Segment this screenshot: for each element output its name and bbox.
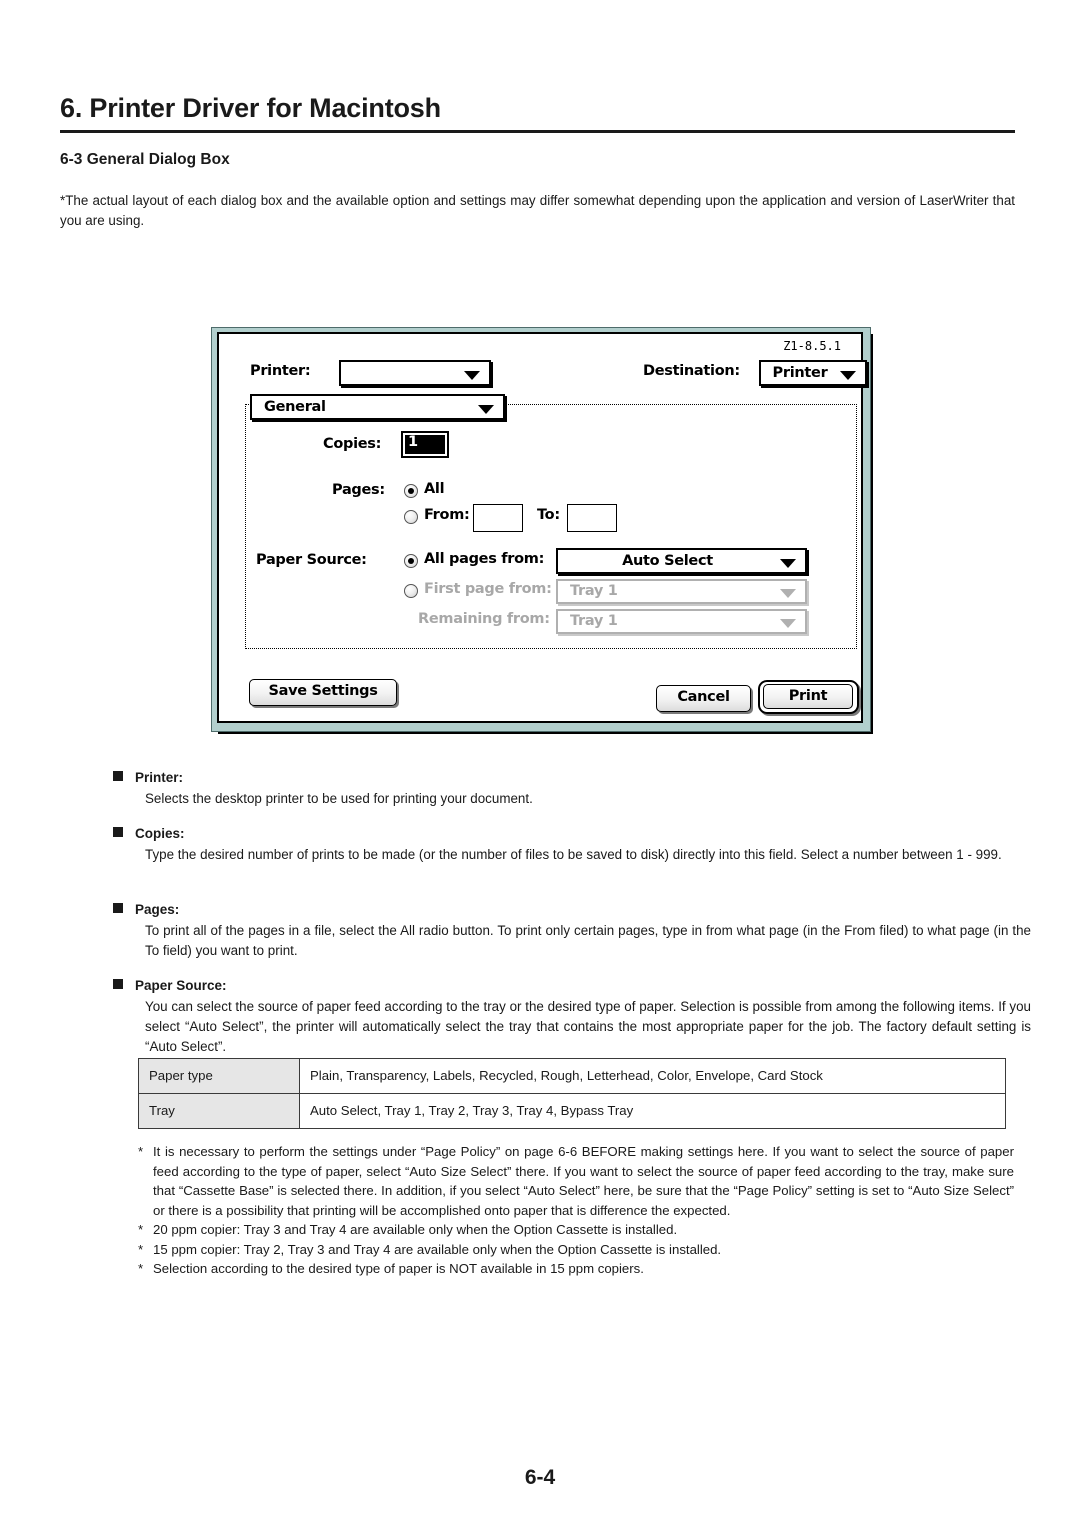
printer-row: Printer: Destination: Printer (239, 360, 867, 386)
remaining-from-label: Remaining from: (418, 611, 550, 627)
driver-version-label: Z1-8.5.1 (783, 339, 841, 353)
description-paper-source: Paper Source: You can select the source … (113, 978, 1031, 1057)
pages-from-label: From: (424, 507, 470, 523)
save-settings-button[interactable]: Save Settings (249, 679, 397, 706)
footnote-text: 15 ppm copier: Tray 2, Tray 3 and Tray 4… (153, 1241, 722, 1257)
remaining-from-value: Tray 1 (570, 613, 618, 629)
title-divider (60, 130, 1015, 133)
table-cell-key: Paper type (138, 1058, 300, 1094)
footnote-list: * It is necessary to perform the settings… (138, 1142, 1014, 1279)
chevron-down-icon (780, 589, 796, 598)
copies-label: Copies: (323, 436, 382, 452)
first-page-from-value: Tray 1 (570, 583, 618, 599)
save-settings-label: Save Settings (268, 683, 378, 699)
footnote-item: * 20 ppm copier: Tray 3 and Tray 4 are av… (138, 1220, 1014, 1240)
description-body: You can select the source of paper feed … (145, 999, 1031, 1054)
footnote-text: It is necessary to perform the settings … (153, 1144, 1014, 1218)
chevron-down-icon (478, 405, 494, 414)
cancel-button[interactable]: Cancel (656, 685, 751, 712)
paper-source-options-table: Paper type Plain, Transparency, Labels, … (138, 1058, 1006, 1129)
dialog-inner-frame: Z1-8.5.1 Printer: Destination: Printer G… (217, 332, 867, 723)
pane-select[interactable]: General (250, 394, 505, 420)
all-pages-from-label: All pages from: (424, 551, 545, 567)
first-page-from-select: Tray 1 (556, 579, 807, 604)
description-heading-text: Pages: (135, 902, 180, 917)
footnote-text: Selection according to the desired type … (153, 1261, 644, 1276)
table-cell-value: Auto Select, Tray 1, Tray 2, Tray 3, Tra… (299, 1093, 1006, 1129)
pages-all-radio[interactable] (404, 484, 418, 498)
description-heading: Copies: (113, 826, 1031, 841)
print-button-default-ring: Print (758, 680, 859, 714)
paper-source-label: Paper Source: (256, 552, 367, 568)
pages-from-input[interactable] (473, 504, 523, 532)
table-cell-value: Plain, Transparency, Labels, Recycled, R… (299, 1058, 1006, 1094)
footnote-item: * Selection according to the desired type… (138, 1259, 1014, 1279)
table-row: Paper type Plain, Transparency, Labels, … (138, 1058, 1006, 1094)
description-body: To print all of the pages in a file, sel… (145, 923, 1031, 958)
chevron-down-icon (464, 371, 480, 380)
all-pages-from-radio[interactable] (404, 554, 418, 568)
print-dialog: Z1-8.5.1 Printer: Destination: Printer G… (211, 327, 871, 732)
chevron-down-icon (780, 559, 796, 568)
description-heading-text: Printer: (135, 770, 184, 785)
footnote-text: 20 ppm copier: Tray 3 and Tray 4 are ava… (153, 1222, 678, 1237)
destination-select[interactable]: Printer (759, 360, 867, 386)
printer-label: Printer: (250, 363, 311, 379)
description-heading-text: Copies: (135, 826, 185, 841)
description-body: Type the desired number of prints to be … (145, 847, 1002, 862)
intro-paragraph: *The actual layout of each dialog box an… (60, 193, 1015, 228)
print-button[interactable]: Print (763, 684, 853, 709)
chevron-down-icon (780, 619, 796, 628)
destination-select-value: Printer (772, 365, 828, 381)
page-number: 6-4 (524, 1466, 556, 1489)
printer-select[interactable] (339, 360, 491, 386)
square-bullet-icon (113, 827, 123, 837)
pages-to-label: To: (537, 507, 560, 523)
footnote-item: * It is necessary to perform the settings… (138, 1142, 1014, 1220)
first-page-from-radio[interactable] (404, 584, 418, 598)
table-row: Tray Auto Select, Tray 1, Tray 2, Tray 3… (138, 1093, 1006, 1129)
all-pages-from-select[interactable]: Auto Select (556, 548, 807, 574)
pages-range-radio[interactable] (404, 510, 418, 524)
remaining-from-select: Tray 1 (556, 609, 807, 634)
footnote-item: * 15 ppm copier: Tray 2, Tray 3 and Tray … (138, 1240, 1014, 1260)
cancel-label: Cancel (677, 689, 730, 705)
pages-label: Pages: (332, 482, 385, 498)
pages-all-label: All (424, 481, 445, 497)
footnote-marker: * (138, 1222, 144, 1237)
description-printer: Printer: Selects the desktop printer to … (113, 770, 1031, 809)
document-page: 6. Printer Driver for Macintosh 6-3 Gene… (0, 0, 1080, 1528)
footnote-marker: * (138, 1241, 144, 1257)
description-heading: Printer: (113, 770, 1031, 785)
pane-select-value: General (264, 399, 326, 415)
description-body: Selects the desktop printer to be used f… (145, 791, 533, 806)
description-pages: Pages: To print all of the pages in a fi… (113, 902, 1031, 961)
dialog-content: Z1-8.5.1 Printer: Destination: Printer G… (219, 334, 867, 721)
square-bullet-icon (113, 903, 123, 913)
footnote-marker: * (138, 1261, 144, 1276)
footnote-marker: * (138, 1144, 144, 1159)
print-label: Print (788, 688, 828, 704)
first-page-from-label: First page from: (424, 581, 552, 597)
square-bullet-icon (113, 979, 123, 989)
copies-input-value: 1 (408, 434, 419, 450)
chevron-down-icon (840, 371, 856, 380)
description-heading-text: Paper Source: (135, 978, 227, 993)
description-heading: Pages: (113, 902, 1031, 917)
all-pages-from-value: Auto Select (622, 553, 713, 569)
page-title: 6. Printer Driver for Macintosh (60, 93, 441, 123)
copies-input[interactable]: 1 (401, 431, 449, 458)
destination-label: Destination: (643, 363, 740, 379)
description-heading: Paper Source: (113, 978, 1031, 993)
section-heading: 6-3 General Dialog Box (60, 151, 230, 168)
table-cell-key: Tray (138, 1093, 300, 1129)
pages-to-input[interactable] (567, 504, 617, 532)
square-bullet-icon (113, 771, 123, 781)
description-copies: Copies: Type the desired number of print… (113, 826, 1031, 865)
